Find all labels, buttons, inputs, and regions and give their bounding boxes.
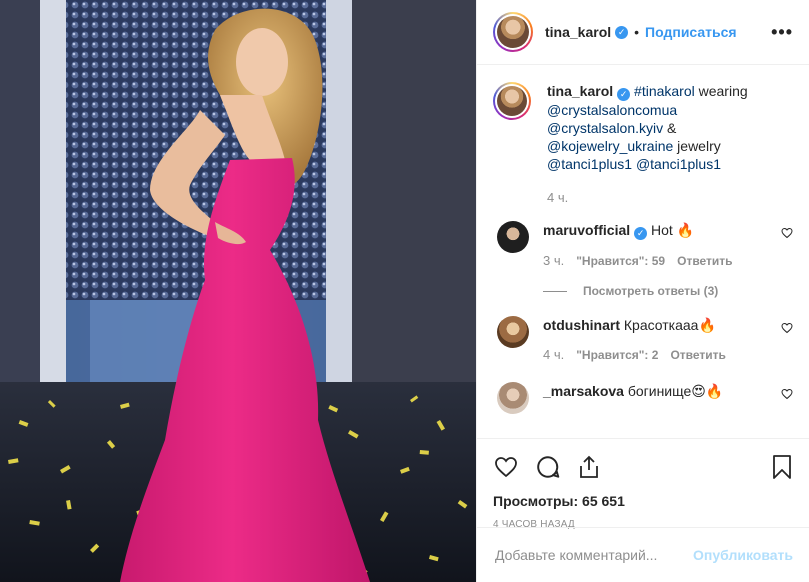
- separator-dot: •: [634, 24, 640, 40]
- comment-text: богинище😍🔥: [627, 383, 724, 399]
- verified-badge-icon: ✓: [634, 227, 648, 240]
- post-side-panel: tina_karol ✓ • Подписаться ••• tina_karo…: [476, 0, 809, 582]
- comment-text: Hot 🔥: [651, 222, 695, 238]
- caption-text: wearing: [694, 83, 748, 99]
- comment-input[interactable]: [493, 546, 694, 564]
- comment-time[interactable]: 3 ч.: [543, 252, 564, 270]
- caption-time[interactable]: 4 ч.: [547, 189, 748, 207]
- add-comment-bar: Опубликовать: [477, 527, 809, 582]
- follow-button[interactable]: Подписаться: [645, 24, 737, 40]
- comment-likes[interactable]: "Нравится": 59: [576, 252, 665, 270]
- comment-time[interactable]: 4 ч.: [543, 346, 564, 364]
- comment-item: otdushinart Красоткааа🔥 4 ч. "Нравится":…: [493, 316, 793, 364]
- comment-like-heart-icon[interactable]: [781, 388, 793, 400]
- verified-badge-icon: ✓: [615, 25, 629, 39]
- comment-item: _marsakova богинище😍🔥: [493, 382, 793, 414]
- author-avatar[interactable]: [493, 12, 533, 52]
- mention-link[interactable]: @crystalsalon.kyiv: [547, 120, 663, 136]
- commenter-avatar[interactable]: [497, 221, 529, 253]
- mention-link[interactable]: @tanci1plus1: [636, 156, 721, 172]
- verified-badge-icon: ✓: [617, 88, 631, 101]
- mention-link[interactable]: @kojewelry_ukraine: [547, 138, 673, 154]
- reply-button[interactable]: Ответить: [677, 252, 732, 270]
- mention-link[interactable]: @crystalsaloncomua: [547, 102, 677, 118]
- caption-body: tina_karol ✓ #tinakarol wearing @crystals…: [547, 82, 748, 207]
- share-icon[interactable]: [577, 454, 601, 480]
- caption-text: &: [663, 120, 677, 136]
- views-count[interactable]: Просмотры: 65 651: [493, 493, 793, 509]
- publish-button[interactable]: Опубликовать: [693, 547, 793, 563]
- comment-like-heart-icon[interactable]: [781, 322, 793, 334]
- comment-body: maruvofficial ✓ Hot 🔥 3 ч. "Нравится": 59…: [543, 221, 783, 270]
- author-username[interactable]: tina_karol: [545, 24, 611, 40]
- like-heart-icon[interactable]: [493, 455, 519, 479]
- commenter-avatar[interactable]: [497, 382, 529, 414]
- post-header: tina_karol ✓ • Подписаться •••: [477, 0, 809, 65]
- action-icons: [493, 447, 793, 487]
- comment-body: otdushinart Красоткааа🔥 4 ч. "Нравится":…: [543, 316, 783, 364]
- view-replies-label[interactable]: Посмотреть ответы (3): [583, 284, 718, 298]
- more-options-icon[interactable]: •••: [771, 22, 793, 43]
- replies-divider: [543, 290, 567, 292]
- caption-text: jewelry: [673, 138, 721, 154]
- commenter-username[interactable]: otdushinart: [543, 317, 620, 333]
- comments-list[interactable]: tina_karol ✓ #tinakarol wearing @crystals…: [477, 66, 809, 438]
- hashtag-link[interactable]: #tinakarol: [634, 83, 695, 99]
- commenter-username[interactable]: maruvofficial: [543, 222, 630, 238]
- comment-like-heart-icon[interactable]: [781, 227, 793, 239]
- comment-meta: 3 ч. "Нравится": 59 Ответить: [543, 252, 783, 270]
- post-video-frame: [0, 0, 476, 582]
- comment-bubble-icon[interactable]: [535, 454, 561, 480]
- post-actions: Просмотры: 65 651 4 ЧАСОВ НАЗАД: [477, 438, 809, 530]
- comment-meta: 4 ч. "Нравится": 2 Ответить: [543, 346, 783, 364]
- reply-button[interactable]: Ответить: [670, 346, 725, 364]
- caption: tina_karol ✓ #tinakarol wearing @crystals…: [493, 82, 793, 207]
- commenter-username[interactable]: _marsakova: [543, 383, 624, 399]
- comment-text: Красоткааа🔥: [623, 317, 716, 333]
- mention-link[interactable]: @tanci1plus1: [547, 156, 632, 172]
- comment-likes[interactable]: "Нравится": 2: [576, 346, 658, 364]
- commenter-avatar[interactable]: [497, 316, 529, 348]
- instagram-post: tina_karol ✓ • Подписаться ••• tina_karo…: [0, 0, 809, 582]
- bookmark-icon[interactable]: [771, 454, 793, 480]
- comment-body: _marsakova богинище😍🔥: [543, 382, 783, 414]
- post-video[interactable]: [0, 0, 476, 582]
- caption-avatar[interactable]: [493, 82, 531, 120]
- comment-item: maruvofficial ✓ Hot 🔥 3 ч. "Нравится": 59…: [493, 221, 793, 270]
- view-replies-button[interactable]: Посмотреть ответы (3): [543, 284, 793, 298]
- caption-username[interactable]: tina_karol: [547, 83, 613, 99]
